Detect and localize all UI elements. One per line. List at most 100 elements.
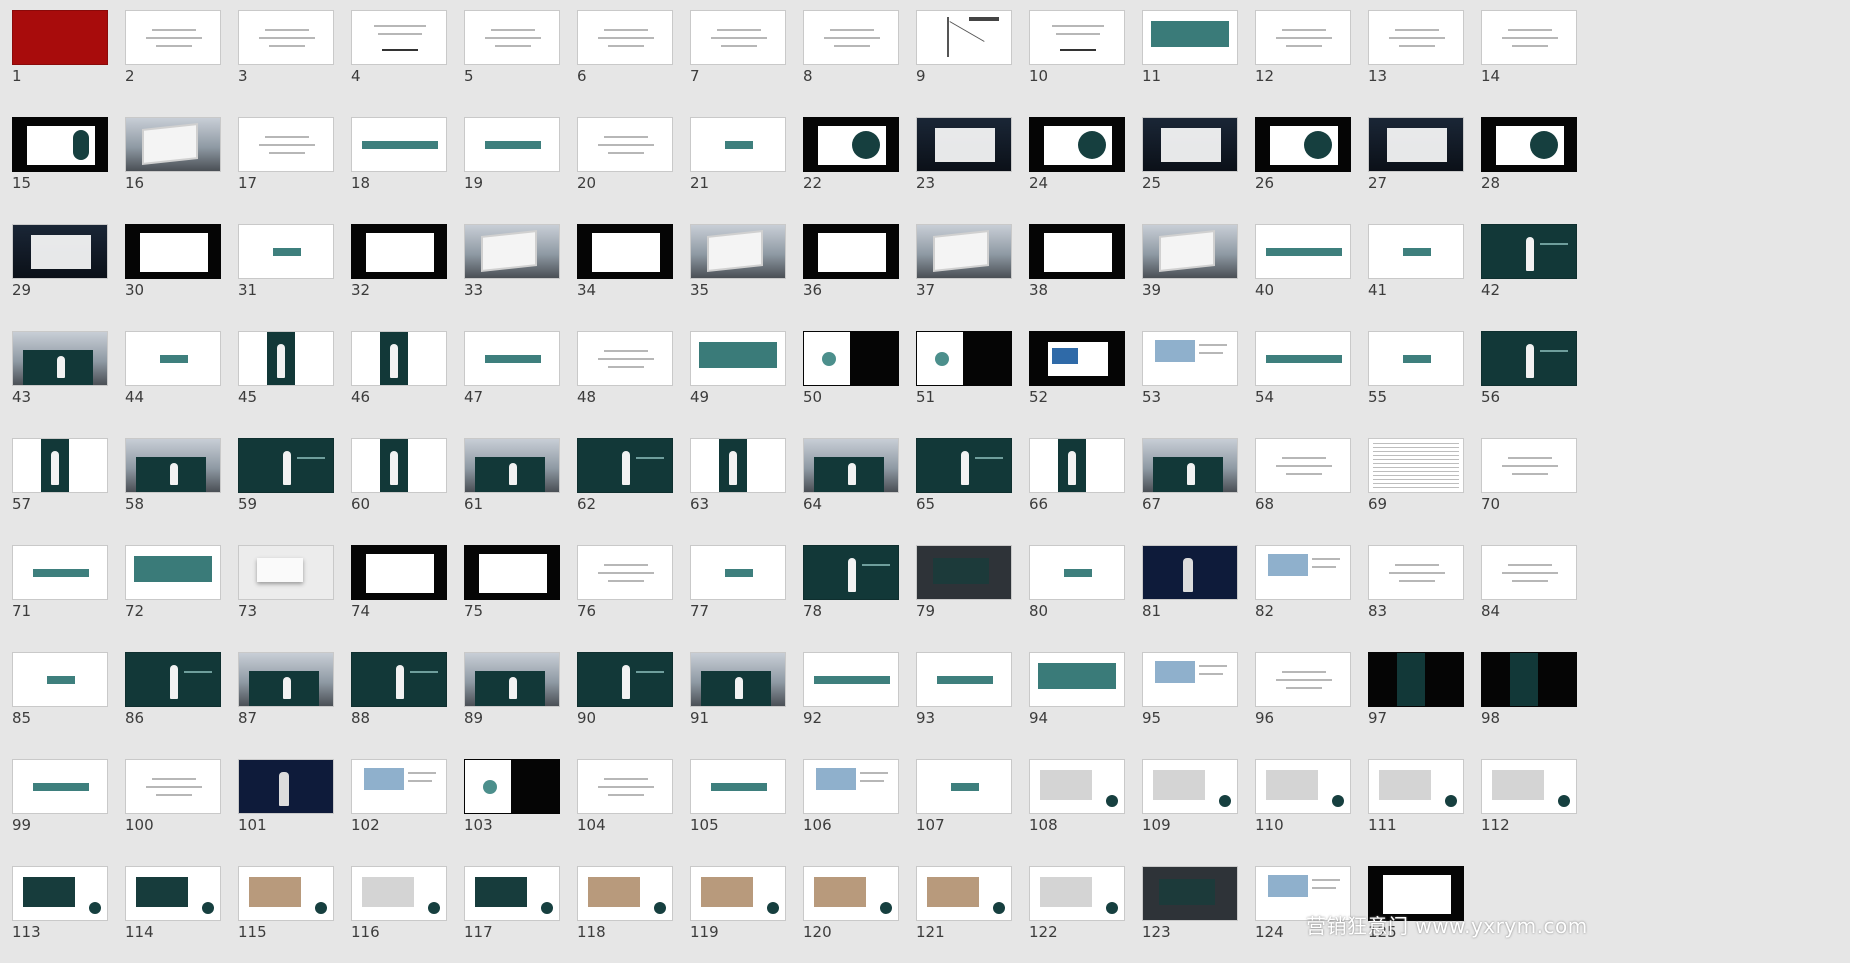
slide-preview[interactable] [238,331,334,386]
slide-preview[interactable] [577,759,673,814]
slide-preview[interactable] [464,117,560,172]
slide-preview[interactable] [577,224,673,279]
slide-preview[interactable] [125,331,221,386]
slide-preview[interactable] [1255,10,1351,65]
slide-preview[interactable] [464,331,560,386]
slide-preview[interactable] [916,331,1012,386]
slide-preview[interactable] [12,759,108,814]
slide-preview[interactable] [351,224,447,279]
slide-preview[interactable] [238,759,334,814]
slide-preview[interactable] [690,652,786,707]
slide-preview[interactable] [1368,331,1464,386]
slide-preview[interactable] [464,759,560,814]
slide-preview[interactable] [125,438,221,493]
slide-preview[interactable] [125,759,221,814]
slide-preview[interactable] [1029,866,1125,921]
slide-preview[interactable] [1481,652,1577,707]
slide-preview[interactable] [1255,759,1351,814]
slide-preview[interactable] [690,438,786,493]
slide-preview[interactable] [577,545,673,600]
slide-preview[interactable] [125,10,221,65]
slide-preview[interactable] [577,438,673,493]
slide-preview[interactable] [464,10,560,65]
slide-thumbnail[interactable]: 112 [1469,749,1602,856]
slide-preview[interactable] [690,331,786,386]
slide-preview[interactable] [12,652,108,707]
slide-preview[interactable] [803,545,899,600]
slide-preview[interactable] [1368,759,1464,814]
slide-preview[interactable] [464,545,560,600]
slide-preview[interactable] [12,545,108,600]
slide-preview[interactable] [351,866,447,921]
slide-thumbnail[interactable]: 42 [1469,214,1602,321]
slide-preview[interactable] [577,331,673,386]
slide-preview[interactable] [803,759,899,814]
slide-preview[interactable] [238,10,334,65]
slide-preview[interactable] [12,117,108,172]
slide-preview[interactable] [1142,331,1238,386]
slide-preview[interactable] [1142,117,1238,172]
slide-preview[interactable] [238,866,334,921]
slide-preview[interactable] [690,117,786,172]
slide-preview[interactable] [1368,10,1464,65]
slide-preview[interactable] [12,331,108,386]
slide-preview[interactable] [351,759,447,814]
slide-preview[interactable] [1481,438,1577,493]
slide-preview[interactable] [125,117,221,172]
slide-thumbnail[interactable]: 14 [1469,0,1602,107]
slide-thumbnail[interactable]: 98 [1469,642,1602,749]
slide-preview[interactable] [464,652,560,707]
slide-preview[interactable] [351,545,447,600]
slide-preview[interactable] [464,224,560,279]
slide-preview[interactable] [1368,438,1464,493]
slide-preview[interactable] [1029,10,1125,65]
slide-preview[interactable] [1029,224,1125,279]
slide-preview[interactable] [916,545,1012,600]
slide-preview[interactable] [351,10,447,65]
slide-preview[interactable] [916,652,1012,707]
slide-preview[interactable] [690,224,786,279]
slide-preview[interactable] [1255,545,1351,600]
slide-preview[interactable] [577,652,673,707]
slide-preview[interactable] [1368,652,1464,707]
slide-preview[interactable] [1255,117,1351,172]
slide-preview[interactable] [1029,438,1125,493]
slide-preview[interactable] [351,438,447,493]
slide-preview[interactable] [12,10,108,65]
slide-preview[interactable] [1029,759,1125,814]
slide-preview[interactable] [1142,866,1238,921]
slide-preview[interactable] [916,866,1012,921]
slide-preview[interactable] [12,438,108,493]
slide-preview[interactable] [577,10,673,65]
slide-preview[interactable] [916,10,1012,65]
slide-preview[interactable] [1481,10,1577,65]
slide-preview[interactable] [803,438,899,493]
slide-preview[interactable] [916,224,1012,279]
slide-preview[interactable] [464,438,560,493]
slide-preview[interactable] [125,866,221,921]
slide-preview[interactable] [1142,224,1238,279]
slide-thumbnail[interactable]: 70 [1469,428,1602,535]
slide-preview[interactable] [12,866,108,921]
slide-preview[interactable] [351,117,447,172]
slide-preview[interactable] [1029,652,1125,707]
slide-preview[interactable] [1368,117,1464,172]
slide-preview[interactable] [1481,759,1577,814]
slide-preview[interactable] [464,866,560,921]
slide-preview[interactable] [1481,224,1577,279]
slide-preview[interactable] [690,545,786,600]
slide-thumbnail[interactable]: 56 [1469,321,1602,428]
slide-preview[interactable] [1481,331,1577,386]
slide-preview[interactable] [916,759,1012,814]
slide-preview[interactable] [238,438,334,493]
slide-preview[interactable] [1368,545,1464,600]
slide-preview[interactable] [1142,652,1238,707]
slide-preview[interactable] [351,652,447,707]
slide-preview[interactable] [238,652,334,707]
slide-preview[interactable] [125,652,221,707]
slide-preview[interactable] [1255,331,1351,386]
slide-preview[interactable] [1481,545,1577,600]
slide-preview[interactable] [803,331,899,386]
slide-preview[interactable] [12,224,108,279]
slide-preview[interactable] [803,117,899,172]
